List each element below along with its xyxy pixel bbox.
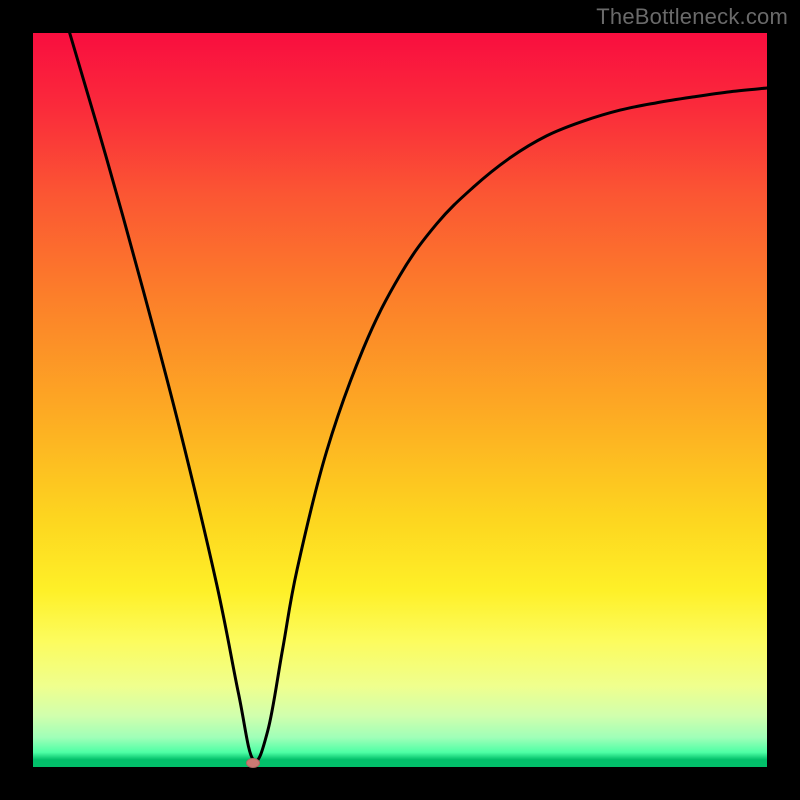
bottleneck-curve [70,33,767,761]
plot-area [33,33,767,767]
chart-frame: TheBottleneck.com [0,0,800,800]
watermark-text: TheBottleneck.com [596,4,788,30]
curve-svg [33,33,767,767]
